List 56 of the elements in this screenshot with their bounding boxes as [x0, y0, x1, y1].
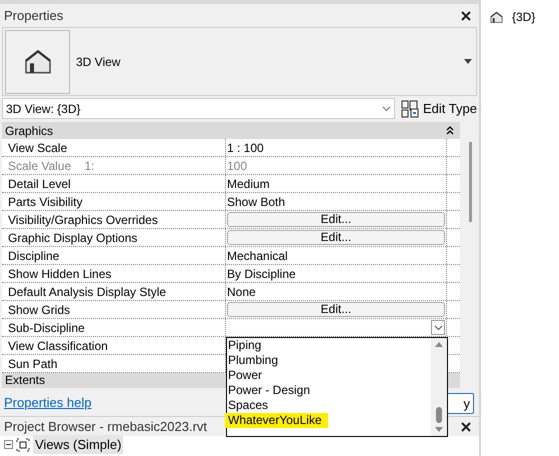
- property-value: None: [226, 284, 256, 300]
- view-tab[interactable]: {3D}: [512, 8, 536, 26]
- view-icon: [16, 438, 30, 452]
- property-name: Sun Path: [8, 356, 58, 372]
- scroll-up-icon[interactable]: [435, 342, 443, 347]
- section-header[interactable]: Graphics: [2, 122, 460, 139]
- property-name: Graphic Display Options: [8, 230, 138, 246]
- help-link[interactable]: Properties help: [4, 393, 92, 413]
- section-title: Graphics: [5, 122, 54, 140]
- dropdown-option[interactable]: Power: [228, 368, 262, 383]
- edit-type-button[interactable]: Edit Type: [401, 98, 477, 118]
- edit-type-icon: [401, 100, 419, 118]
- dropdown-option[interactable]: Piping: [228, 338, 262, 353]
- apply-button[interactable]: y: [446, 392, 474, 414]
- property-value: Mechanical: [226, 248, 288, 264]
- property-name: Sub-Discipline: [8, 320, 85, 336]
- property-name: View Scale: [8, 140, 68, 156]
- close-icon[interactable]: [461, 10, 471, 20]
- tree-toggle-icon[interactable]: [4, 440, 13, 449]
- scroll-down-icon[interactable]: [435, 427, 443, 432]
- dropdown-button[interactable]: [431, 320, 445, 335]
- scrollbar[interactable]: [431, 338, 447, 436]
- dropdown-option[interactable]: WhateverYouLike: [225, 413, 328, 428]
- property-name: Detail Level: [8, 176, 71, 192]
- property-name: View Classification: [8, 338, 108, 354]
- property-value: Show Both: [226, 194, 286, 210]
- property-name: Default Analysis Display Style: [8, 284, 166, 300]
- type-selector[interactable]: 3D View: [2, 27, 477, 96]
- property-value: Medium: [226, 176, 270, 192]
- property-value: By Discipline: [226, 266, 296, 282]
- chevron-down-icon: [434, 324, 442, 330]
- caret-icon: [464, 59, 472, 64]
- dropdown-option[interactable]: Spaces: [228, 398, 268, 413]
- section-title: Extents: [5, 373, 46, 387]
- property-name: Discipline: [8, 248, 60, 264]
- property-name: Scale Value 1:: [8, 158, 94, 174]
- instance-select[interactable]: 3D View: {3D}: [2, 98, 395, 119]
- property-name: Show Hidden Lines: [8, 266, 112, 282]
- close-icon[interactable]: [461, 422, 471, 432]
- edit-button[interactable]: Edit...: [227, 302, 445, 317]
- edit-button[interactable]: Edit...: [227, 230, 445, 245]
- property-value: 1 : 100: [226, 140, 264, 156]
- dropdown-option[interactable]: Power - Design: [228, 383, 310, 398]
- edit-button[interactable]: Edit...: [227, 212, 445, 227]
- dropdown-option[interactable]: Plumbing: [228, 353, 278, 368]
- chevron-down-icon: [382, 106, 391, 112]
- type-name: 3D View: [76, 54, 122, 70]
- house-icon: [489, 10, 504, 24]
- property-name: Show Grids: [8, 302, 70, 318]
- property-name: Visibility/Graphics Overrides: [8, 212, 158, 228]
- property-value: 100: [226, 158, 248, 174]
- panel-title: Project Browser - rmebasic2023.rvt: [4, 418, 208, 436]
- scroll-thumb[interactable]: [436, 407, 442, 423]
- tree-item[interactable]: Views (Simple): [33, 434, 124, 454]
- property-name: Parts Visibility: [8, 194, 82, 210]
- panel-title: Properties: [4, 6, 64, 25]
